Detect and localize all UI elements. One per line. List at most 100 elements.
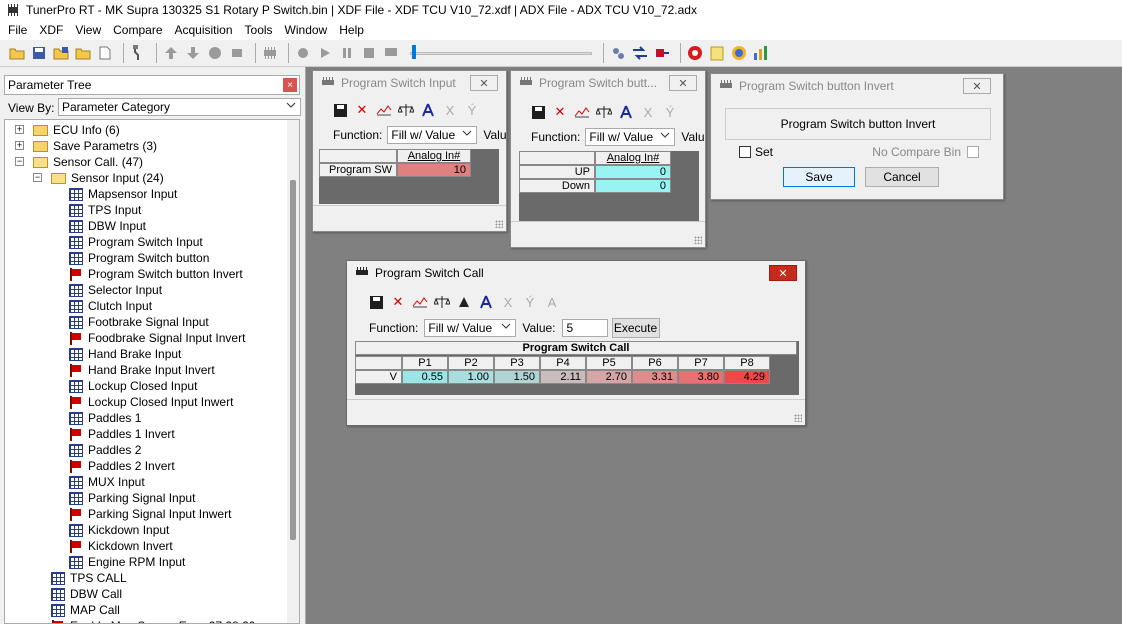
window-titlebar[interactable]: Program Switch button Invert ✕ bbox=[711, 74, 1003, 98]
tree-node[interactable]: ECU Info (6) bbox=[33, 122, 120, 138]
table-cell[interactable]: 0 bbox=[595, 165, 671, 179]
function-dropdown[interactable]: Fill w/ Value bbox=[387, 126, 478, 144]
notepad-icon[interactable] bbox=[708, 44, 726, 62]
upload-arrow-icon[interactable] bbox=[162, 44, 180, 62]
resize-grip-icon[interactable] bbox=[495, 220, 503, 228]
view-by-dropdown[interactable]: Parameter Category bbox=[58, 98, 301, 116]
save-icon[interactable] bbox=[331, 102, 349, 118]
graph-icon[interactable] bbox=[573, 104, 591, 120]
table-cell[interactable]: 10 bbox=[397, 163, 471, 177]
table-grid[interactable]: Analog In# Program SW 10 bbox=[319, 149, 499, 204]
fork-icon[interactable]: Ý bbox=[661, 104, 679, 120]
tree-node[interactable]: Program Switch button bbox=[69, 250, 209, 266]
table-cell[interactable]: 0.55 bbox=[402, 370, 448, 384]
program-switch-button-window[interactable]: Program Switch butt... ✕ ✕ X Ý Function:… bbox=[510, 70, 706, 248]
tree-node[interactable]: Selector Input bbox=[69, 282, 162, 298]
tree-node[interactable]: Parking Signal Input Inwert bbox=[69, 506, 231, 522]
tree-node[interactable]: Lockup Closed Input Inwert bbox=[69, 394, 233, 410]
scale-x-icon[interactable]: X bbox=[441, 102, 459, 118]
window-titlebar[interactable]: Program Switch Input ✕ bbox=[313, 71, 506, 95]
compass-a-icon[interactable] bbox=[477, 294, 495, 310]
cancel-button[interactable]: Cancel bbox=[865, 167, 939, 187]
menu-file[interactable]: File bbox=[2, 23, 33, 37]
close-icon[interactable]: ✕ bbox=[669, 75, 697, 91]
tree-node[interactable]: DBW Call bbox=[51, 586, 122, 602]
scrollbar-thumb[interactable] bbox=[290, 180, 296, 540]
save-button[interactable]: Save bbox=[783, 167, 855, 187]
download-arrow-icon[interactable] bbox=[184, 44, 202, 62]
pause-icon[interactable] bbox=[338, 44, 356, 62]
table-cell[interactable]: 1.00 bbox=[448, 370, 494, 384]
open-folder-icon[interactable] bbox=[8, 44, 26, 62]
save-icon[interactable] bbox=[30, 44, 48, 62]
fork-icon[interactable]: Ý bbox=[463, 102, 481, 118]
compare-folder-icon[interactable] bbox=[74, 44, 92, 62]
gauge-red-icon[interactable] bbox=[686, 44, 704, 62]
tree-node[interactable]: Kickdown Input bbox=[69, 522, 169, 538]
tree-expander[interactable]: + bbox=[15, 141, 24, 150]
table-cell[interactable]: 4.29 bbox=[724, 370, 770, 384]
usb-cable-icon[interactable] bbox=[129, 44, 147, 62]
table-cell[interactable]: 2.11 bbox=[540, 370, 586, 384]
gear-settings-icon[interactable] bbox=[609, 44, 627, 62]
execute-button[interactable]: Execute bbox=[611, 318, 660, 338]
new-document-icon[interactable] bbox=[96, 44, 114, 62]
plugin-icon[interactable] bbox=[653, 44, 671, 62]
menu-acquisition[interactable]: Acquisition bbox=[169, 23, 239, 37]
close-icon[interactable]: × bbox=[283, 78, 297, 92]
save-icon[interactable] bbox=[529, 104, 547, 120]
program-switch-input-window[interactable]: Program Switch Input ✕ ✕ X Ý Function: F… bbox=[312, 70, 507, 232]
tree-node[interactable]: Engine RPM Input bbox=[69, 554, 185, 570]
playback-slider[interactable] bbox=[410, 43, 592, 63]
emulator-icon[interactable] bbox=[206, 44, 224, 62]
compass-a-icon[interactable] bbox=[617, 104, 635, 120]
tree-node[interactable]: Paddles 2 Invert bbox=[69, 458, 175, 474]
tree-expander[interactable]: − bbox=[15, 157, 24, 166]
tree-node[interactable]: Parking Signal Input bbox=[69, 490, 195, 506]
resize-grip-icon[interactable] bbox=[694, 236, 702, 244]
table-grid[interactable]: Analog In# UP 0 Down 0 bbox=[519, 151, 699, 221]
balance-scale-icon[interactable] bbox=[433, 294, 451, 310]
save-icon[interactable] bbox=[367, 294, 385, 310]
tree-node[interactable]: Hand Brake Input bbox=[69, 346, 181, 362]
table-cell[interactable]: 0 bbox=[595, 179, 671, 193]
weight-icon[interactable] bbox=[455, 294, 473, 310]
tree-node[interactable]: MAP Call bbox=[51, 602, 120, 618]
tree-node[interactable]: DBW Input bbox=[69, 218, 146, 234]
menu-compare[interactable]: Compare bbox=[107, 23, 168, 37]
graph-icon[interactable] bbox=[375, 102, 393, 118]
tree-node[interactable]: TPS Input bbox=[69, 202, 141, 218]
tree-scrollbar[interactable] bbox=[287, 120, 299, 623]
tree-node[interactable]: Mapsensor Input bbox=[69, 186, 177, 202]
close-icon[interactable]: ✕ bbox=[963, 78, 991, 94]
scale-x-icon[interactable]: X bbox=[639, 104, 657, 120]
table-cell[interactable]: 1.50 bbox=[494, 370, 540, 384]
dashboard-gauge-icon[interactable] bbox=[730, 44, 748, 62]
tree-node[interactable]: Footbrake Signal Input bbox=[69, 314, 209, 330]
tree-node[interactable]: Program Switch Input bbox=[69, 234, 203, 250]
window-titlebar[interactable]: Program Switch butt... ✕ bbox=[511, 71, 705, 95]
tree-node[interactable]: Paddles 1 bbox=[69, 410, 141, 426]
scale-x-icon[interactable]: X bbox=[499, 294, 517, 310]
table-cell[interactable]: 3.80 bbox=[678, 370, 724, 384]
tree-node[interactable]: Foodbrake Signal Input Invert bbox=[69, 330, 245, 346]
tree-node[interactable]: TPS CALL bbox=[51, 570, 127, 586]
menu-view[interactable]: View bbox=[69, 23, 107, 37]
tree-expander[interactable]: + bbox=[15, 125, 24, 134]
tree-node[interactable]: Paddles 2 bbox=[69, 442, 141, 458]
menu-xdf[interactable]: XDF bbox=[33, 23, 69, 37]
balance-scale-icon[interactable] bbox=[397, 102, 415, 118]
delete-x-icon[interactable]: ✕ bbox=[551, 104, 569, 120]
program-switch-call-window[interactable]: Program Switch Call ✕ ✕ X Ý A Function: … bbox=[346, 260, 806, 426]
parameter-tree[interactable]: + ECU Info (6) + Save Parametrs (3) − Sensor … bbox=[4, 119, 300, 624]
tree-node[interactable]: Program Switch button Invert bbox=[69, 266, 243, 282]
resize-grip-icon[interactable] bbox=[794, 414, 802, 422]
tree-node[interactable]: Paddles 1 Invert bbox=[69, 426, 175, 442]
compass-a-icon[interactable] bbox=[419, 102, 437, 118]
balance-scale-icon[interactable] bbox=[595, 104, 613, 120]
chip-burn-icon[interactable] bbox=[228, 44, 246, 62]
close-icon[interactable]: ✕ bbox=[769, 265, 797, 281]
menu-window[interactable]: Window bbox=[279, 23, 334, 37]
function-dropdown[interactable]: Fill w/ Value bbox=[424, 319, 517, 337]
tree-node[interactable]: MUX Input bbox=[69, 474, 145, 490]
